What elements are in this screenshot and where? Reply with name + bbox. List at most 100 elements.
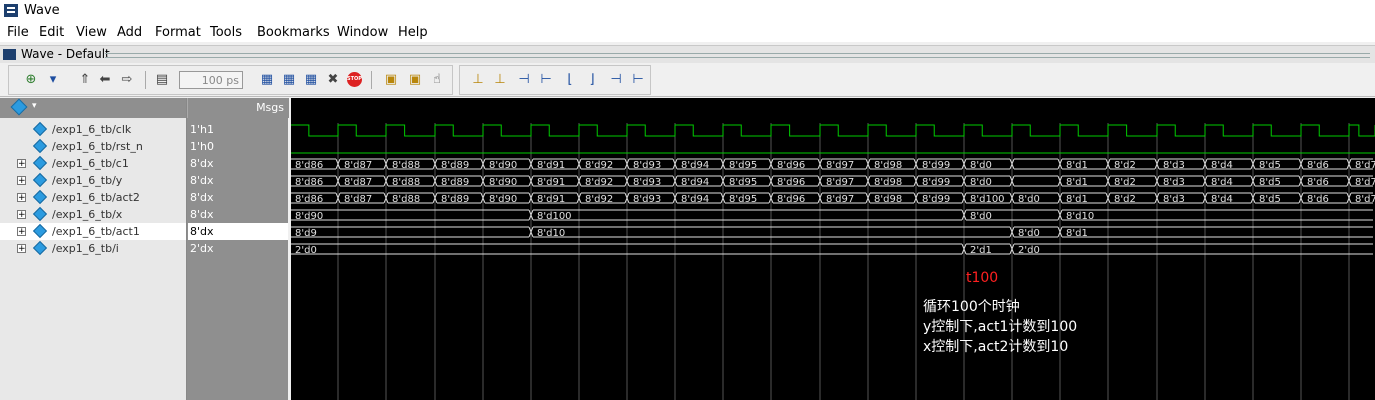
act2-bus-label: 8'd0 [1018, 194, 1040, 205]
y-bus-label: 8'd5 [1259, 177, 1281, 188]
act2-bus-label: 8'd5 [1259, 194, 1281, 205]
next-edge-icon[interactable]: ⊢ [538, 72, 554, 88]
run-icon[interactable]: ▦ [259, 72, 275, 88]
act1-bus-label: 8'd0 [1018, 228, 1040, 239]
c1-bus-label: 8'd97 [826, 160, 854, 171]
signal-row[interactable]: /exp1_6_tb/clk [0, 121, 186, 138]
waveform-pane[interactable]: 8'd86 8'd87 8'd88 8'd89 8'd90 8'd91 8'd92 8'd93… [291, 98, 1375, 400]
signal-value-row[interactable]: 8'dx [188, 189, 288, 206]
act2-bus-label: 8'd97 [826, 194, 854, 205]
annotation-line-2: y控制下,act1计数到100 [923, 319, 1078, 335]
dropdown-tool-icon[interactable]: ▾ [45, 72, 61, 88]
y-bus-label: 8'd4 [1211, 177, 1233, 188]
act2-bus-label: 8'd1 [1066, 194, 1088, 205]
signal-row[interactable]: + /exp1_6_tb/c1 [0, 155, 186, 172]
signal-value-row[interactable]: 1'h0 [188, 138, 288, 155]
menu-add[interactable]: Add [117, 25, 142, 40]
signal-value-row[interactable]: 8'dx [188, 155, 288, 172]
signal-value-row[interactable]: 8'dx [188, 223, 288, 240]
find-previous-transition-icon[interactable]: ⊣ [608, 72, 624, 88]
expand-icon[interactable]: + [17, 244, 26, 254]
signal-name: /exp1_6_tb/rst_n [52, 140, 143, 153]
delete-cursor-icon[interactable]: ⊥ [492, 72, 508, 88]
act2-bus-label: 8'd99 [922, 194, 950, 205]
hand-icon[interactable]: ☝ [429, 72, 445, 88]
expand-icon[interactable]: + [17, 176, 26, 186]
signal-row[interactable]: + /exp1_6_tb/x [0, 206, 186, 223]
menu-window[interactable]: Window [337, 25, 388, 40]
act1-bus-label: 8'd10 [537, 228, 565, 239]
y-bus-label: 8'd1 [1066, 177, 1088, 188]
drag-grip[interactable] [105, 53, 1370, 58]
stop-icon[interactable]: STOP [347, 72, 362, 87]
signal-diamond-icon [32, 172, 48, 188]
y-bus-label: 8'd95 [729, 177, 757, 188]
find-rising-edge-icon[interactable]: ⌋ [584, 72, 600, 88]
menu-bookmarks[interactable]: Bookmarks [257, 25, 330, 40]
x-bus-label: 8'd90 [295, 211, 323, 222]
find-next-transition-icon[interactable]: ⊢ [630, 72, 646, 88]
signal-value-row[interactable]: 2'dx [188, 240, 288, 257]
menu-tools[interactable]: Tools [210, 25, 242, 40]
menu-help[interactable]: Help [398, 25, 428, 40]
signal-row[interactable]: /exp1_6_tb/rst_n [0, 138, 186, 155]
signal-name: /exp1_6_tb/c1 [52, 157, 129, 170]
add-cursor-icon[interactable]: ⊥ [470, 72, 486, 88]
x-bus-label: 8'd100 [537, 211, 572, 222]
wave-object-icon[interactable] [10, 98, 28, 116]
signal-name: /exp1_6_tb/clk [52, 123, 132, 136]
expand-icon[interactable]: + [17, 227, 26, 237]
signal-value-row[interactable]: 8'dx [188, 172, 288, 189]
continue-icon[interactable]: ▦ [281, 72, 297, 88]
annotation-line-1: 循环100个时钟 [923, 299, 1020, 315]
signal-row[interactable]: + /exp1_6_tb/act1 [0, 223, 186, 240]
signal-diamond-icon [32, 155, 48, 171]
break-icon[interactable]: ✖ [325, 72, 341, 88]
menu-file[interactable]: File [7, 25, 29, 40]
c1-bus-label: 8'd3 [1163, 160, 1185, 171]
toolbar: ⊕ ▾ ⇑ ⬅ ⇨ ▤ 100 ps ▦ ▦ ▦ ✖ STOP ▣ ▣ ☝ ⊥ … [0, 63, 1375, 97]
c1-bus-label: 8'd7 [1355, 160, 1375, 171]
act2-bus-label: 8'd86 [295, 194, 323, 205]
y-bus-label: 8'd99 [922, 177, 950, 188]
step-icon[interactable]: ▣ [383, 72, 399, 88]
signal-row[interactable]: + /exp1_6_tb/i [0, 240, 186, 257]
signal-value-row[interactable]: 1'h1 [188, 121, 288, 138]
act2-bus-label: 8'd89 [441, 194, 469, 205]
c1-bus-label: 8'd98 [874, 160, 902, 171]
expand-icon[interactable]: + [17, 210, 26, 220]
c1-bus-label: 8'd86 [295, 160, 323, 171]
signal-name: /exp1_6_tb/x [52, 208, 123, 221]
insert-icon[interactable]: ⊕ [23, 72, 39, 88]
chevron-down-icon[interactable]: ▾ [32, 101, 37, 111]
c1-bus-label: 8'd88 [392, 160, 420, 171]
waveform-canvas[interactable]: 8'd86 8'd87 8'd88 8'd89 8'd90 8'd91 8'd92 8'd93… [291, 98, 1375, 400]
forward-arrow-icon[interactable]: ⇨ [119, 72, 135, 88]
previous-edge-icon[interactable]: ⊣ [516, 72, 532, 88]
find-falling-edge-icon[interactable]: ⌊ [562, 72, 578, 88]
signal-row[interactable]: + /exp1_6_tb/act2 [0, 189, 186, 206]
up-arrow-icon[interactable]: ⇑ [77, 72, 93, 88]
signal-row[interactable]: + /exp1_6_tb/y [0, 172, 186, 189]
expand-icon[interactable]: + [17, 193, 26, 203]
back-arrow-icon[interactable]: ⬅ [97, 72, 113, 88]
signal-value: 1'h1 [190, 123, 214, 136]
act2-bus-label: 8'd92 [585, 194, 613, 205]
c1-bus-label: 8'd5 [1259, 160, 1281, 171]
act2-bus-label: 8'd95 [729, 194, 757, 205]
x-bus-label: 8'd0 [970, 211, 992, 222]
x-bus-segment [533, 209, 962, 221]
signal-value-row[interactable]: 8'dx [188, 206, 288, 223]
menu-format[interactable]: Format [155, 25, 201, 40]
signal-diamond-icon [32, 206, 48, 222]
menu-view[interactable]: View [76, 25, 107, 40]
menu-edit[interactable]: Edit [39, 25, 64, 40]
run-length-input[interactable]: 100 ps [179, 71, 243, 89]
c1-bus-label: 8'd4 [1211, 160, 1233, 171]
run-all-icon[interactable]: ▦ [303, 72, 319, 88]
c1-bus-label: 8'd90 [489, 160, 517, 171]
act2-bus-label: 8'd96 [777, 194, 805, 205]
expand-icon[interactable]: + [17, 159, 26, 169]
step-over-icon[interactable]: ▣ [407, 72, 423, 88]
run-length-icon[interactable]: ▤ [154, 72, 170, 88]
